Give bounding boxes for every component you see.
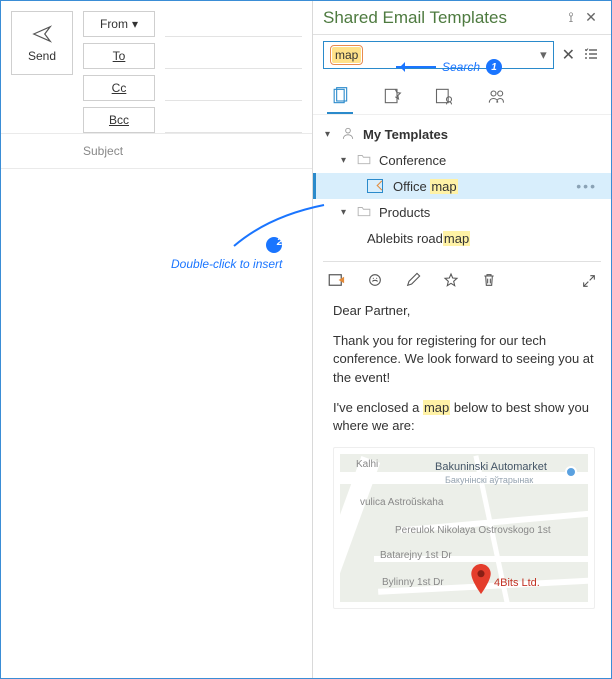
tab-bar	[313, 75, 611, 115]
folder-icon	[357, 153, 373, 168]
delete-icon[interactable]	[481, 272, 497, 292]
to-field[interactable]	[165, 43, 302, 69]
tree-root[interactable]: ▾ My Templates	[313, 121, 611, 147]
preview-para2: I've enclosed a map below to best show y…	[333, 399, 595, 435]
star-icon[interactable]	[443, 272, 459, 292]
template-tree: ▾ My Templates ▾ Conference Office map •…	[313, 115, 611, 255]
tab-shared[interactable]	[431, 80, 457, 114]
bcc-label: Bcc	[109, 113, 129, 127]
list-check-icon	[583, 46, 599, 62]
close-icon[interactable]: ✕	[581, 9, 601, 26]
map-pin-icon	[470, 564, 492, 594]
subject-row[interactable]: Subject	[1, 134, 312, 169]
panel-title: Shared Email Templates	[323, 8, 507, 28]
tree-folder-conference[interactable]: ▾ Conference	[313, 147, 611, 173]
chevron-down-icon[interactable]: ▾	[540, 47, 547, 63]
from-field[interactable]	[165, 11, 302, 37]
chevron-down-icon: ▾	[341, 155, 351, 166]
map-street-label: Kalhi	[356, 458, 378, 472]
annotation-insert: 2 Double-click to insert	[171, 237, 282, 271]
tab-team[interactable]	[483, 80, 509, 114]
clear-search-button[interactable]: ✕	[562, 45, 575, 65]
map-street-label: Batarejny 1st Dr	[380, 549, 452, 563]
annotation-badge-2: 2	[266, 237, 282, 253]
tab-all-templates[interactable]	[327, 80, 353, 114]
tree-folder-label: Conference	[379, 153, 446, 168]
compose-pane: Send From ▾ To Cc Bcc	[1, 1, 313, 678]
map-street-label: Bylinny 1st Dr	[382, 576, 444, 590]
preview-toolbar	[323, 262, 601, 302]
cc-label: Cc	[112, 81, 127, 95]
more-icon[interactable]: •••	[576, 178, 597, 194]
map-poi-sub: Бакунінскі аўтарынак	[445, 474, 533, 487]
tree-folder-products[interactable]: ▾ Products	[313, 199, 611, 225]
search-value: map	[332, 47, 361, 63]
bcc-button[interactable]: Bcc	[83, 107, 155, 133]
from-button[interactable]: From ▾	[83, 11, 155, 37]
to-button[interactable]: To	[83, 43, 155, 69]
templates-panel: Shared Email Templates ⟟ ✕ map ▾ ✕	[313, 1, 611, 678]
preview-pane: Dear Partner, Thank you for registering …	[323, 261, 601, 670]
chevron-down-icon: ▾	[325, 129, 335, 140]
edit-icon[interactable]	[405, 272, 421, 292]
panel-header: Shared Email Templates ⟟ ✕	[313, 1, 611, 35]
search-options-icon[interactable]	[583, 46, 601, 65]
recipient-buttons: From ▾ To Cc Bcc	[83, 11, 155, 133]
tab-favorites[interactable]	[379, 80, 405, 114]
tree-folder-label: Products	[379, 205, 430, 220]
tree-item-label: Office map	[393, 179, 458, 194]
annotation-search-text: Search	[442, 60, 480, 74]
send-button[interactable]: Send	[11, 11, 73, 75]
to-label: To	[113, 49, 126, 63]
tree-root-label: My Templates	[363, 127, 448, 142]
map-pin-label: 4Bits Ltd.	[494, 576, 540, 591]
annotation-insert-text: Double-click to insert	[171, 257, 282, 271]
map-container: Kalhi Bakuninski Automarket Бакунінскі а…	[333, 447, 595, 609]
preview-body: Dear Partner, Thank you for registering …	[323, 302, 601, 670]
annotation-search: Search 1	[396, 59, 502, 75]
from-label: From	[100, 17, 128, 31]
chevron-down-icon: ▾	[341, 207, 351, 218]
map-image: Kalhi Bakuninski Automarket Бакунінскі а…	[340, 454, 588, 602]
insert-icon[interactable]	[327, 272, 345, 292]
chevron-down-icon: ▾	[132, 17, 138, 31]
cc-field[interactable]	[165, 75, 302, 101]
map-street-label: vulica Astroŭskaha	[360, 496, 443, 510]
compose-header: Send From ▾ To Cc Bcc	[1, 1, 312, 134]
recipient-fields	[165, 11, 302, 133]
expand-icon[interactable]	[581, 273, 597, 292]
tree-item-office-map[interactable]: Office map •••	[313, 173, 611, 199]
arrow-left-icon	[396, 66, 436, 68]
bcc-field[interactable]	[165, 107, 302, 133]
tree-item-label: Ablebits roadmap	[367, 231, 470, 246]
person-icon	[341, 126, 357, 143]
pin-icon[interactable]: ⟟	[561, 9, 581, 26]
preview-para1: Thank you for registering for our tech c…	[333, 332, 595, 387]
app-window: Send From ▾ To Cc Bcc	[0, 0, 612, 679]
send-icon	[31, 23, 53, 45]
cc-button[interactable]: Cc	[83, 75, 155, 101]
template-select-icon	[367, 179, 383, 193]
folder-icon	[357, 205, 373, 220]
copy-icon[interactable]	[367, 272, 383, 292]
annotation-badge-1: 1	[486, 59, 502, 75]
send-label: Send	[28, 49, 56, 63]
map-street-label: Pereulok Nikolaya Ostrovskogo 1st	[395, 524, 551, 538]
subject-label: Subject	[83, 144, 123, 158]
preview-greeting: Dear Partner,	[333, 302, 595, 320]
tree-item-roadmap[interactable]: Ablebits roadmap	[313, 225, 611, 251]
